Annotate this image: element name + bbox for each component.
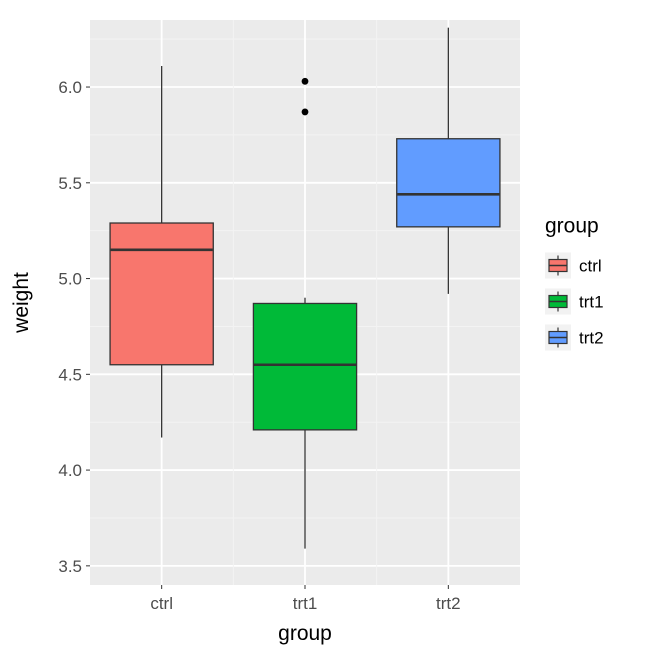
outlier-point [302,78,309,85]
box-trt2 [397,139,500,227]
legend-title: group [545,215,599,238]
x-tick-label: ctrl [150,594,173,613]
y-tick-label: 3.5 [58,557,82,576]
x-axis-title: group [278,622,332,645]
outlier-point [302,109,309,116]
y-tick-label: 4.5 [58,365,82,384]
y-tick-label: 5.0 [58,270,82,289]
y-tick-label: 4.0 [58,461,82,480]
box-ctrl [110,223,213,365]
legend-item-trt1: trt1 [579,293,604,312]
x-tick-label: trt1 [293,594,318,613]
y-axis-title: weight [10,272,33,334]
y-tick-label: 6.0 [58,78,82,97]
x-tick-label: trt2 [436,594,461,613]
boxplot-chart: 3.5 4.0 4.5 5.0 5.5 6.0 ctrl trt1 trt2 weight g… [0,0,672,672]
y-tick-label: 5.5 [58,174,82,193]
legend-item-ctrl: ctrl [579,257,602,276]
box-trt1 [253,303,356,429]
legend-item-trt2: trt2 [579,329,604,348]
